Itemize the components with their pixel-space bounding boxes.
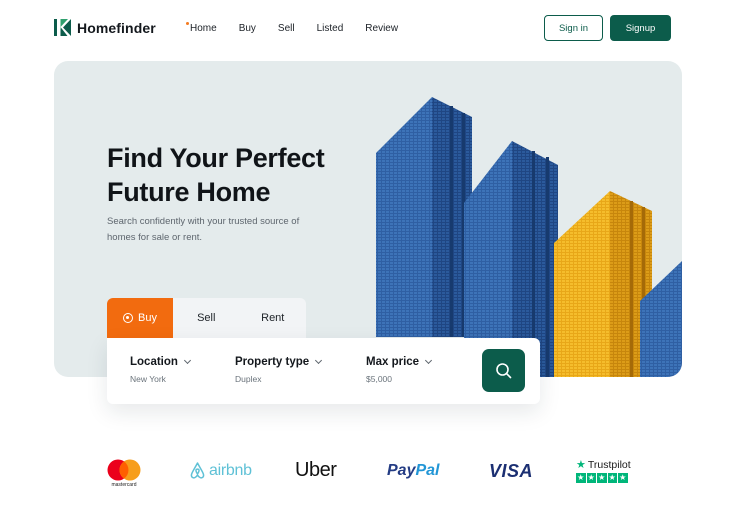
max-price-label: Max price: [366, 356, 420, 368]
hero-title-line-2: Future Home: [107, 177, 271, 207]
radio-icon: [123, 313, 134, 323]
brand-name: Homefinder: [77, 19, 156, 36]
property-type-value: Duplex: [235, 374, 262, 384]
star-icon: ★: [597, 472, 607, 483]
visa-wordmark: VISA: [489, 461, 534, 481]
sign-in-button[interactable]: Sign in: [544, 15, 603, 41]
paypal-wordmark-pay: Pay: [387, 462, 416, 479]
star-icon: ★: [576, 472, 586, 483]
chevron-down-icon: [425, 356, 433, 365]
star-icon: ★: [586, 472, 596, 483]
trustpilot-wordmark: Trustpilot: [587, 458, 631, 471]
location-dropdown[interactable]: Location New York: [130, 356, 191, 384]
uber-wordmark: Uber: [295, 459, 337, 481]
tab-rent-label: Rent: [261, 312, 285, 324]
paypal-wordmark-pal: Pal: [415, 462, 440, 479]
listing-type-tabs: Buy Sell Rent: [107, 298, 306, 338]
visa-logo: VISA: [489, 461, 533, 482]
property-type-label: Property type: [235, 356, 310, 368]
buildings-image: [376, 97, 682, 377]
search-button[interactable]: [482, 349, 525, 392]
tab-sell[interactable]: Sell: [173, 298, 240, 338]
tab-sell-label: Sell: [197, 312, 216, 324]
chevron-down-icon: [315, 356, 323, 365]
trustpilot-logo: ★ Trustpilot ★ ★ ★ ★ ★: [576, 458, 631, 483]
tab-buy[interactable]: Buy: [107, 298, 173, 338]
airbnb-icon: [190, 462, 205, 479]
mastercard-label: mastercard: [111, 482, 137, 488]
partner-logos: mastercard airbnb Uber PayPal VISA ★ Tru…: [0, 455, 736, 495]
mastercard-logo: mastercard: [106, 459, 142, 488]
airbnb-wordmark: airbnb: [209, 461, 252, 479]
uber-logo: Uber: [295, 459, 337, 482]
hero-title-line-1: Find Your Perfect: [107, 143, 325, 173]
paypal-logo: PayPal: [387, 462, 439, 480]
trustpilot-star-icon: ★: [576, 459, 586, 471]
tab-buy-label: Buy: [138, 312, 157, 324]
homefinder-logo-icon: [54, 19, 71, 36]
location-value: New York: [130, 374, 166, 384]
signup-button[interactable]: Signup: [610, 15, 671, 41]
nav-item-home[interactable]: Home: [186, 22, 217, 34]
logo[interactable]: Homefinder: [54, 19, 156, 36]
star-icon: ★: [618, 472, 628, 483]
nav-item-buy[interactable]: Buy: [239, 23, 256, 34]
nav-item-review[interactable]: Review: [365, 23, 398, 34]
max-price-value: $5,000: [366, 374, 392, 384]
airbnb-logo: airbnb: [189, 461, 252, 480]
nav-item-listed[interactable]: Listed: [317, 23, 344, 34]
max-price-dropdown[interactable]: Max price $5,000: [366, 356, 433, 384]
property-type-dropdown[interactable]: Property type Duplex: [235, 356, 323, 384]
hero-subtitle: Search confidently with your trusted sou…: [107, 216, 300, 243]
main-nav: Home Buy Sell Listed Review: [186, 22, 398, 34]
tab-rent[interactable]: Rent: [240, 298, 307, 338]
location-label: Location: [130, 356, 178, 368]
search-icon: [496, 363, 512, 379]
mastercard-icon: [107, 459, 141, 481]
search-card: Location New York Property type Duplex M…: [107, 338, 540, 404]
chevron-down-icon: [183, 356, 191, 365]
star-icon: ★: [607, 472, 617, 483]
nav-item-sell[interactable]: Sell: [278, 23, 295, 34]
hero-title: Find Your Perfect Future Home: [107, 141, 367, 209]
trustpilot-rating-stars: ★ ★ ★ ★ ★: [576, 473, 628, 483]
